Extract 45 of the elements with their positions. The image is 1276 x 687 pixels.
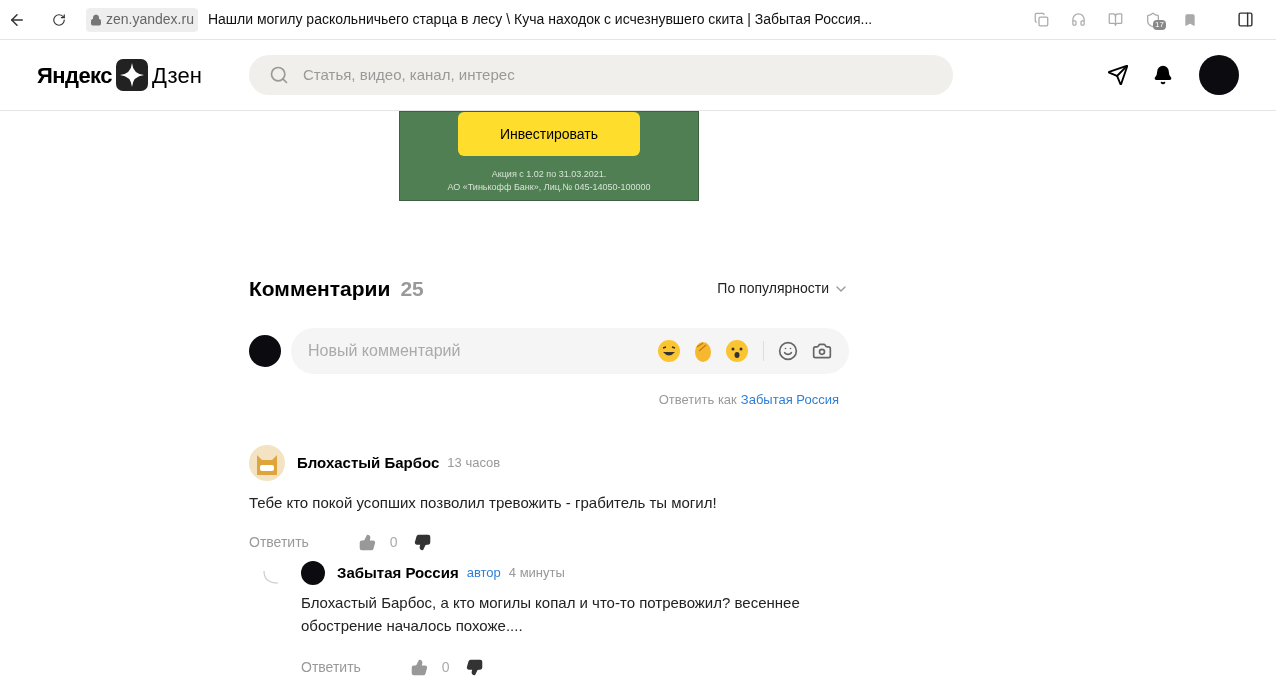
dislike-icon[interactable] bbox=[413, 534, 431, 551]
reply-as-link[interactable]: Забытая Россия bbox=[740, 389, 839, 409]
sort-dropdown[interactable]: По популярности bbox=[717, 278, 849, 300]
logo-text[interactable]: Дзен bbox=[151, 58, 202, 92]
smile-icon[interactable] bbox=[778, 340, 798, 361]
address-chip[interactable]: zen.yandex.ru bbox=[86, 7, 198, 32]
reply-as-label: Ответить как bbox=[658, 390, 737, 409]
comment-text: Тебе кто покой усопших позволил тревожить - грабитель ты могил! bbox=[249, 493, 718, 513]
like-icon[interactable] bbox=[410, 659, 428, 676]
logo-text[interactable]: Яндекс bbox=[37, 58, 112, 92]
search-bar[interactable]: Статья, видео, канал, интерес bbox=[249, 55, 953, 95]
comment-text: Блохастый Барбос, а кто могилы копал и что-то потревожил? весеннее обострение началось похоже.... bbox=[301, 593, 801, 636]
surprised-emoji-icon[interactable] bbox=[725, 338, 749, 363]
legal-text: АО «Тинькофф Банк», Лиц.№ 045-14050-100000 bbox=[447, 181, 651, 194]
comment-time: 13 часов bbox=[447, 454, 501, 473]
user-avatar bbox=[249, 334, 281, 367]
avatar bbox=[301, 561, 325, 585]
send-icon[interactable] bbox=[1107, 64, 1129, 86]
search-field[interactable]: Статья, видео, канал, интерес bbox=[303, 63, 933, 87]
comment-field[interactable]: Новый комментарий bbox=[308, 338, 657, 363]
comments-title: Комментарии bbox=[249, 276, 391, 302]
reload-icon[interactable] bbox=[52, 12, 66, 27]
dislike-icon[interactable] bbox=[465, 659, 483, 676]
like-count: 0 bbox=[441, 658, 450, 677]
address-text: zen.yandex.ru bbox=[106, 10, 194, 29]
comment-bar[interactable]: Новый комментарий bbox=[291, 327, 849, 374]
comments-count: 25 bbox=[400, 276, 424, 302]
bell-icon[interactable] bbox=[1153, 65, 1173, 85]
logo-icon[interactable] bbox=[115, 59, 148, 91]
page-title: Нашли могилу раскольничьего старца в лесу \ Куча находок с исчезнувшего скита | Забытая Россия... bbox=[207, 10, 873, 29]
profile-avatar[interactable] bbox=[1199, 55, 1239, 95]
laughing-emoji-icon[interactable] bbox=[657, 338, 681, 363]
reply-line-icon bbox=[263, 571, 279, 585]
like-icon[interactable] bbox=[358, 534, 376, 551]
author-name[interactable]: Блохастый Барбос bbox=[297, 451, 440, 475]
invest-button[interactable]: Инвестировать bbox=[458, 112, 640, 156]
legal-text: Акция с 1.02 по 31.03.2021. bbox=[491, 168, 607, 181]
author-label: автор bbox=[466, 564, 501, 583]
author-name[interactable]: Забытая Россия bbox=[337, 561, 459, 585]
sidebar-icon[interactable] bbox=[1237, 11, 1254, 28]
like-count: 0 bbox=[389, 533, 398, 552]
extension-badge: 17 bbox=[1153, 19, 1166, 30]
lock-icon bbox=[90, 13, 102, 26]
comment-time: 4 минуты bbox=[508, 564, 565, 583]
search-icon bbox=[269, 65, 289, 85]
